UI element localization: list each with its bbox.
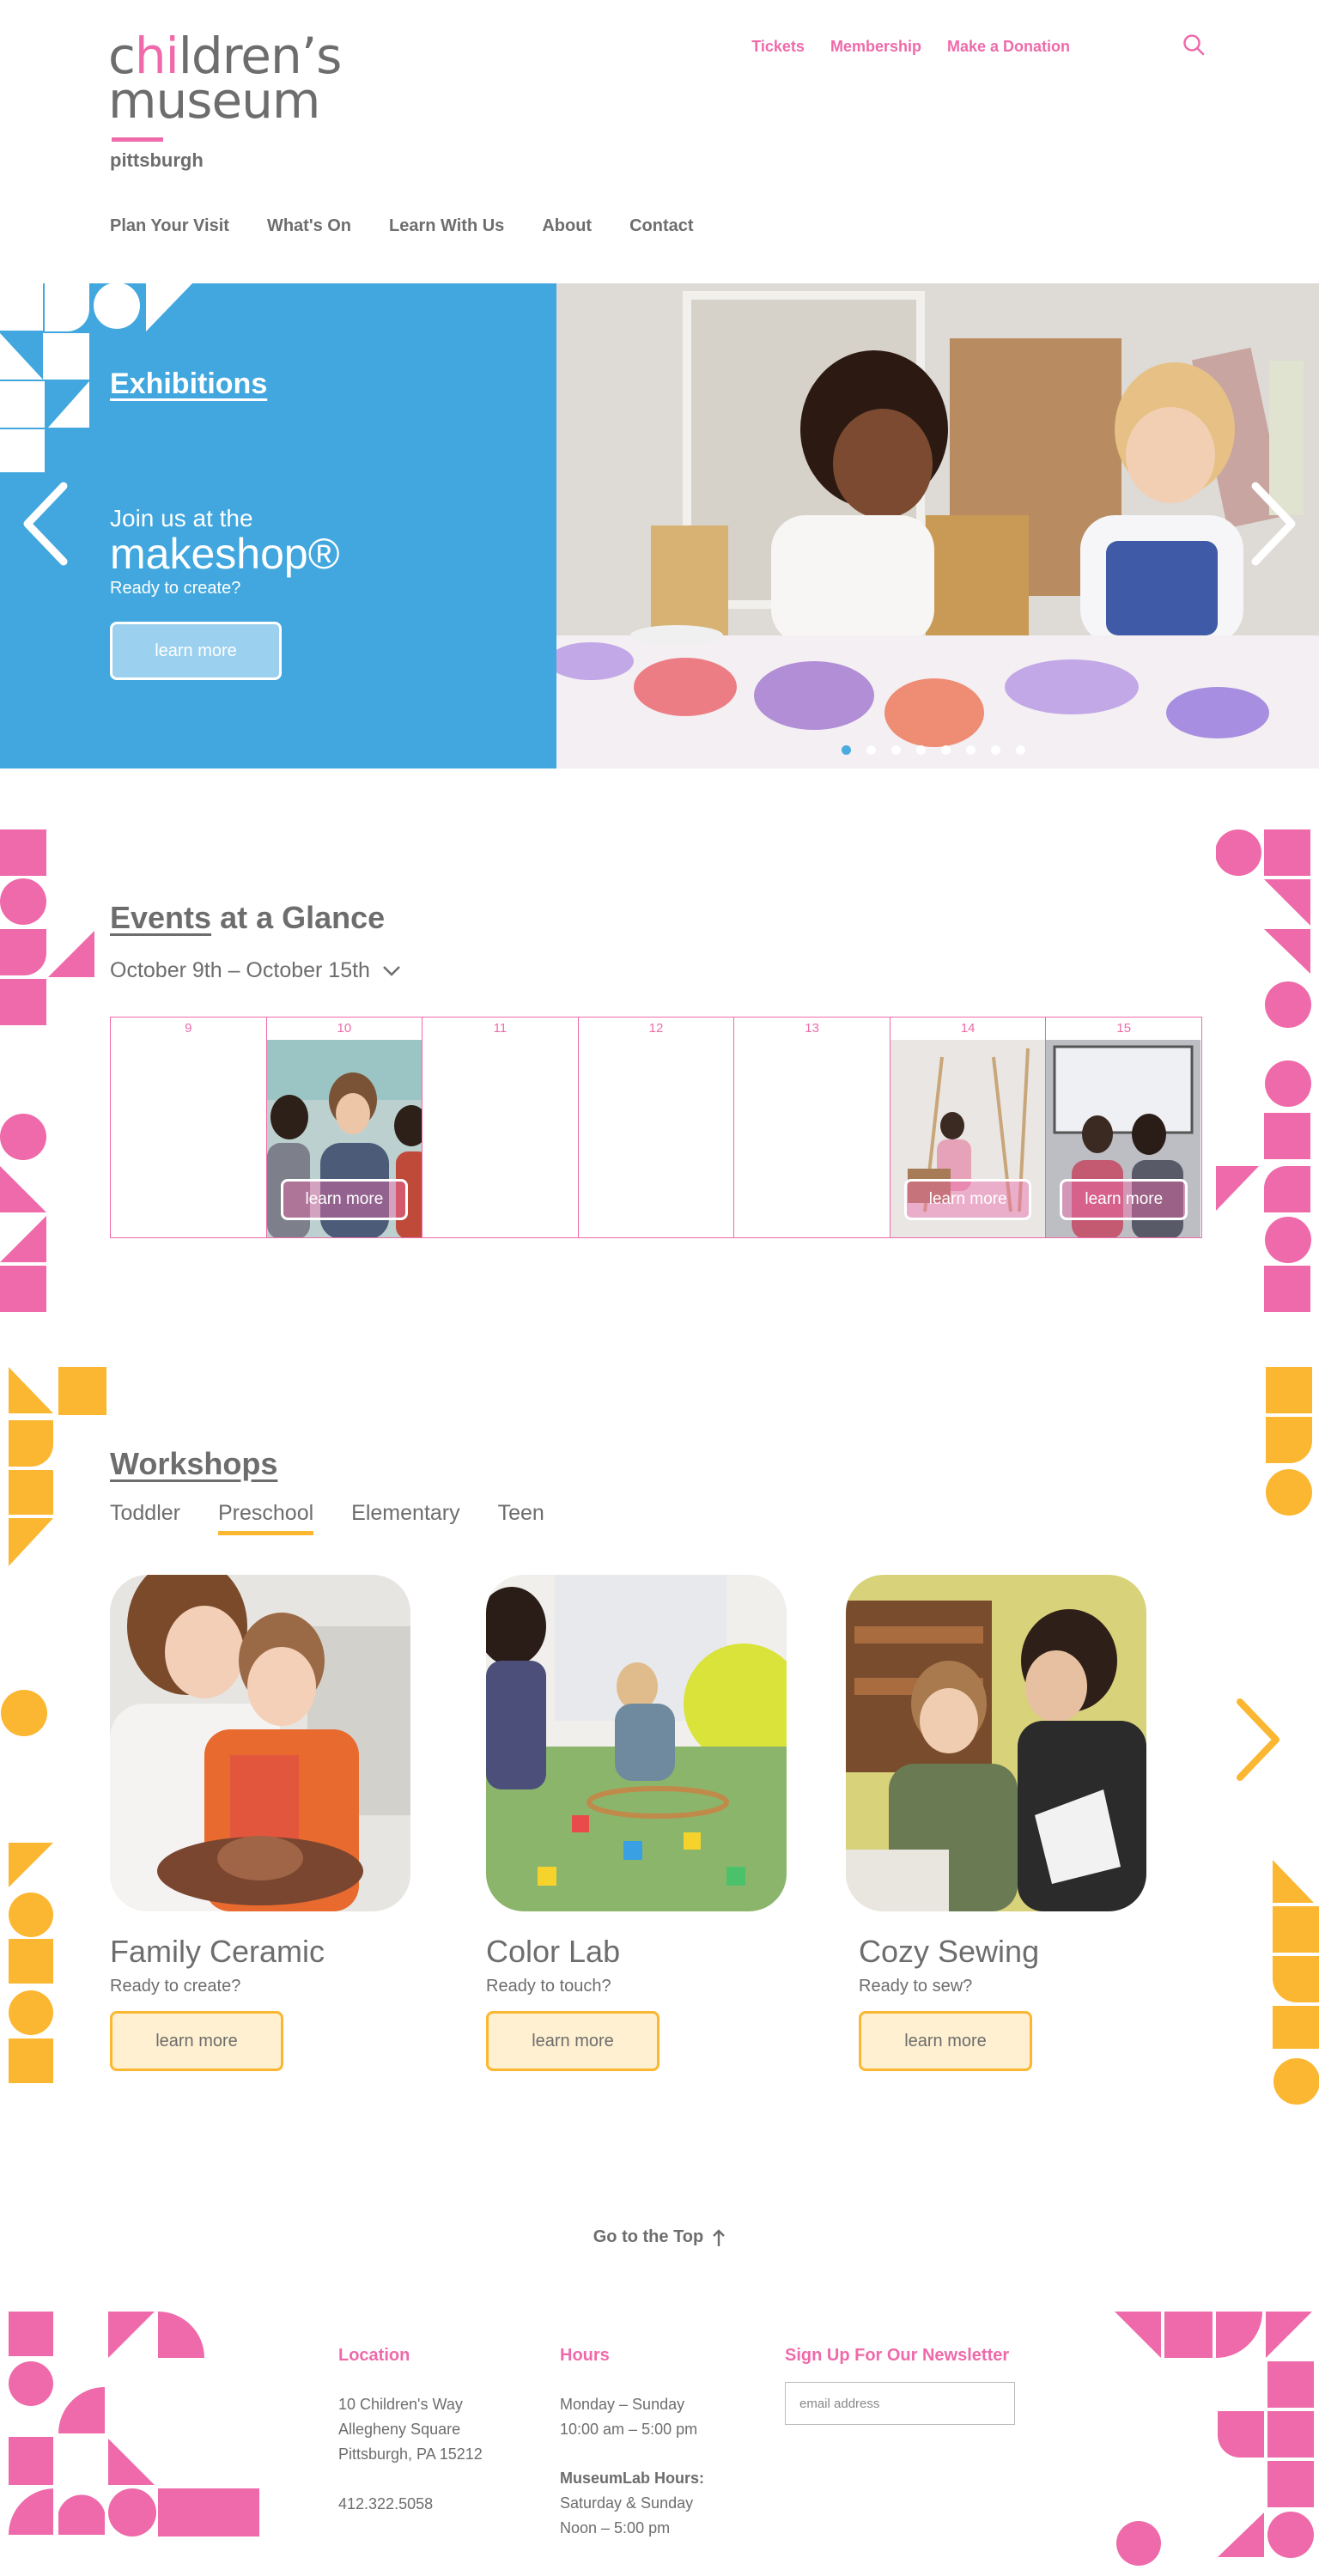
workshop-learn-more-button[interactable]: learn more (486, 2011, 660, 2071)
nav-whats-on[interactable]: What's On (267, 216, 351, 236)
workshops-heading: Workshops (110, 1446, 278, 1481)
workshop-subtitle: Ready to touch? (486, 1977, 611, 1996)
calendar-day: 13 (734, 1018, 890, 1237)
hours-line: Monday – Sunday (560, 2396, 685, 2413)
decorative-shapes-right (1115, 2312, 1314, 2566)
tab-teen[interactable]: Teen (498, 1501, 544, 1535)
membership-link[interactable]: Membership (830, 38, 921, 56)
workshop-image[interactable] (846, 1575, 1146, 1911)
calendar-day-number: 10 (337, 1021, 352, 1036)
hero-learn-more-button[interactable]: learn more (110, 622, 282, 680)
footer-phone[interactable]: 412.322.5058 (338, 2492, 433, 2517)
workshop-image[interactable] (110, 1575, 410, 1911)
address-line: 10 Children's Way (338, 2396, 463, 2413)
utility-nav: Tickets Membership Make a Donation (751, 38, 1070, 56)
workshop-title: Cozy Sewing (859, 1934, 1040, 1969)
tickets-link[interactable]: Tickets (751, 38, 805, 56)
carousel-dot[interactable] (916, 745, 926, 755)
calendar-day-number: 15 (1116, 1021, 1132, 1036)
event-learn-more-button[interactable]: learn more (280, 1179, 409, 1220)
footer-location-heading: Location (338, 2346, 410, 2365)
footer-hours-heading: Hours (560, 2346, 610, 2365)
hours-line: Noon – 5:00 pm (560, 2519, 671, 2537)
hero-carousel-dots (842, 745, 1025, 755)
nav-learn-with-us[interactable]: Learn With Us (389, 216, 504, 236)
workshop-subtitle: Ready to create? (110, 1977, 241, 1996)
hero-panel (0, 283, 556, 769)
main-nav: Plan Your Visit What's On Learn With Us … (110, 216, 694, 236)
hero-image (556, 283, 1319, 769)
workshop-subtitle: Ready to sew? (859, 1977, 973, 1996)
hours-line: Saturday & Sunday (560, 2494, 694, 2512)
museumlab-heading: MuseumLab Hours: (560, 2470, 705, 2487)
go-to-top-label: Go to the Top (593, 2227, 704, 2246)
decorative-shapes-left (8, 2312, 259, 2537)
decorative-shapes-right (1216, 829, 1311, 1312)
hero-next-arrow-icon[interactable] (1247, 481, 1298, 567)
calendar-day: 9 (111, 1018, 267, 1237)
hours-line: 10:00 am – 5:00 pm (560, 2421, 698, 2438)
carousel-dot[interactable] (866, 745, 876, 755)
nav-about[interactable]: About (542, 216, 592, 236)
workshop-tabs: Toddler Preschool Elementary Teen (110, 1501, 544, 1535)
calendar-day: 15 learn more (1046, 1018, 1201, 1237)
logo-accent-bar (112, 137, 163, 142)
event-learn-more-button[interactable]: learn more (1060, 1179, 1188, 1220)
footer-hours: Monday – Sunday 10:00 am – 5:00 pm (560, 2392, 697, 2442)
carousel-dot[interactable] (941, 745, 951, 755)
footer-museumlab-hours: MuseumLab Hours: Saturday & Sunday Noon … (560, 2466, 704, 2541)
tab-preschool[interactable]: Preschool (218, 1501, 314, 1535)
events-heading: Events at a Glance (110, 900, 386, 935)
hero-title: makeshop® (110, 530, 340, 578)
search-icon[interactable] (1182, 33, 1206, 57)
carousel-dot[interactable] (842, 745, 851, 755)
tab-elementary[interactable]: Elementary (351, 1501, 459, 1535)
calendar-day-number: 13 (805, 1021, 819, 1036)
decorative-shapes-left (1, 1367, 106, 2083)
events-calendar: 9 10 learn more 11 12 13 14 learn more 1… (110, 1017, 1202, 1238)
workshop-title: Color Lab (486, 1934, 621, 1969)
address-line: Allegheny Square (338, 2421, 461, 2438)
calendar-day: 10 learn more (266, 1018, 423, 1237)
newsletter-heading: Sign Up For Our Newsletter (785, 2346, 1010, 2365)
workshop-learn-more-button[interactable]: learn more (110, 2011, 283, 2071)
nav-plan-your-visit[interactable]: Plan Your Visit (110, 216, 229, 236)
tab-toddler[interactable]: Toddler (110, 1501, 180, 1535)
workshop-title: Family Ceramic (110, 1934, 325, 1969)
carousel-dot[interactable] (966, 745, 976, 755)
carousel-dot[interactable] (891, 745, 901, 755)
logo-line-2: museum (108, 71, 320, 130)
calendar-day: 12 (579, 1018, 735, 1237)
donation-link[interactable]: Make a Donation (947, 38, 1070, 56)
calendar-day-number: 12 (648, 1021, 664, 1036)
address-line: Pittsburgh, PA 15212 (338, 2445, 483, 2463)
workshops-next-arrow-icon[interactable] (1231, 1697, 1283, 1783)
logo-city: pittsburgh (110, 149, 204, 171)
carousel-dot[interactable] (991, 745, 1000, 755)
carousel-dot[interactable] (1016, 745, 1025, 755)
calendar-day: 11 (422, 1018, 579, 1237)
arrow-up-icon (713, 2228, 726, 2246)
calendar-day-number: 9 (185, 1021, 192, 1036)
week-range: October 9th – October 15th (110, 958, 370, 982)
calendar-day: 14 learn more (890, 1018, 1047, 1237)
hero-prev-arrow-icon[interactable] (21, 481, 72, 567)
calendar-day-number: 11 (493, 1021, 508, 1036)
chevron-down-icon (383, 965, 400, 976)
hero-tagline: Ready to create? (110, 579, 241, 598)
decorative-shapes-left (0, 829, 94, 1312)
nav-contact[interactable]: Contact (629, 216, 693, 236)
workshop-image[interactable] (486, 1575, 787, 1911)
museum-logo[interactable]: children’s museum pittsburgh (108, 31, 366, 177)
workshop-learn-more-button[interactable]: learn more (859, 2011, 1032, 2071)
event-learn-more-button[interactable]: learn more (903, 1179, 1032, 1220)
week-selector[interactable]: October 9th – October 15th (110, 958, 401, 983)
go-to-top-link[interactable]: Go to the Top (0, 2227, 1319, 2247)
footer-address: 10 Children's Way Allegheny Square Pitts… (338, 2392, 483, 2467)
newsletter-email-input[interactable]: email address (785, 2382, 1015, 2425)
calendar-day-number: 14 (960, 1021, 976, 1036)
hero-category-link[interactable]: Exhibitions (110, 368, 267, 401)
